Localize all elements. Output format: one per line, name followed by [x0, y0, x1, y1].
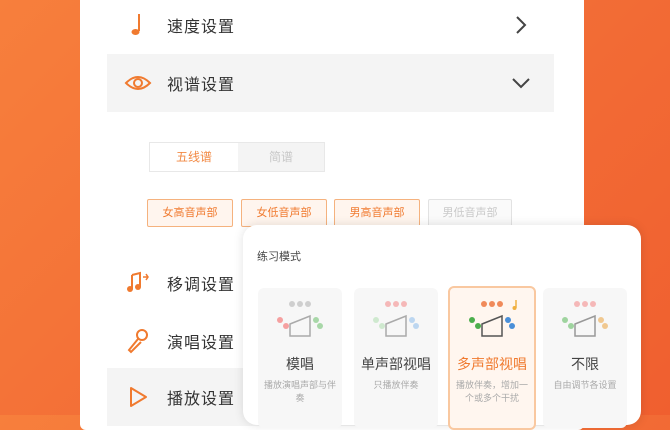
mode-name: 不限 — [571, 357, 599, 373]
play-icon — [123, 382, 153, 412]
singing-settings-label: 演唱设置 — [167, 333, 236, 352]
mode-description: 播放伴奏，增加一个或多个干扰 — [456, 381, 529, 404]
mode-description: 只播放伴奏 — [373, 381, 419, 391]
speed-settings-row[interactable]: 速度设置 — [107, 0, 554, 54]
mode-option-unlimited[interactable]: 不限 自由调节各设置 — [543, 288, 627, 428]
choir-piano-icon — [373, 301, 419, 337]
choir-piano-icon — [562, 301, 608, 337]
voice-chip-tenor[interactable]: 男高音声部 — [334, 199, 420, 227]
voice-chip-soprano[interactable]: 女高音声部 — [147, 199, 233, 227]
practice-mode-title: 练习模式 — [257, 250, 301, 263]
voice-chip-alto[interactable]: 女低音声部 — [241, 199, 327, 227]
transpose-settings-label: 移调设置 — [167, 275, 236, 294]
transpose-icon — [123, 268, 153, 298]
mode-option-imitate[interactable]: 模唱 播放演唱声部与伴奏 — [258, 288, 342, 428]
mode-option-single-voice[interactable]: 单声部视唱 只播放伴奏 — [354, 288, 438, 428]
microphone-icon — [123, 326, 153, 356]
practice-mode-card: 练习模式 模唱 播放演唱声部与伴奏 单声部视唱 只播放伴奏 多声部视唱 播放伴奏… — [243, 225, 641, 430]
music-note-icon — [123, 10, 153, 40]
eye-icon — [123, 68, 153, 98]
numbered-notation-option[interactable]: 简谱 — [238, 143, 324, 171]
speed-settings-label: 速度设置 — [167, 17, 236, 36]
mode-description: 自由调节各设置 — [553, 381, 617, 391]
staff-notation-option[interactable]: 五线谱 — [150, 143, 238, 171]
chevron-right-icon — [516, 16, 527, 34]
mode-name: 模唱 — [286, 357, 314, 373]
sight-reading-settings-row[interactable]: 视谱设置 — [107, 54, 554, 112]
mode-name: 多声部视唱 — [457, 357, 527, 373]
choir-piano-icon — [469, 300, 517, 337]
playback-settings-label: 播放设置 — [167, 389, 236, 408]
notation-toggle: 五线谱 简谱 — [149, 142, 325, 172]
mode-description: 播放演唱声部与伴奏 — [264, 381, 337, 404]
mode-name: 单声部视唱 — [361, 357, 431, 373]
chevron-down-icon — [512, 78, 530, 89]
voice-chip-bass[interactable]: 男低音声部 — [428, 199, 512, 227]
sight-reading-settings-label: 视谱设置 — [167, 75, 236, 94]
choir-piano-icon — [277, 301, 323, 337]
mode-option-multi-voice[interactable]: 多声部视唱 播放伴奏，增加一个或多个干扰 — [448, 286, 536, 430]
